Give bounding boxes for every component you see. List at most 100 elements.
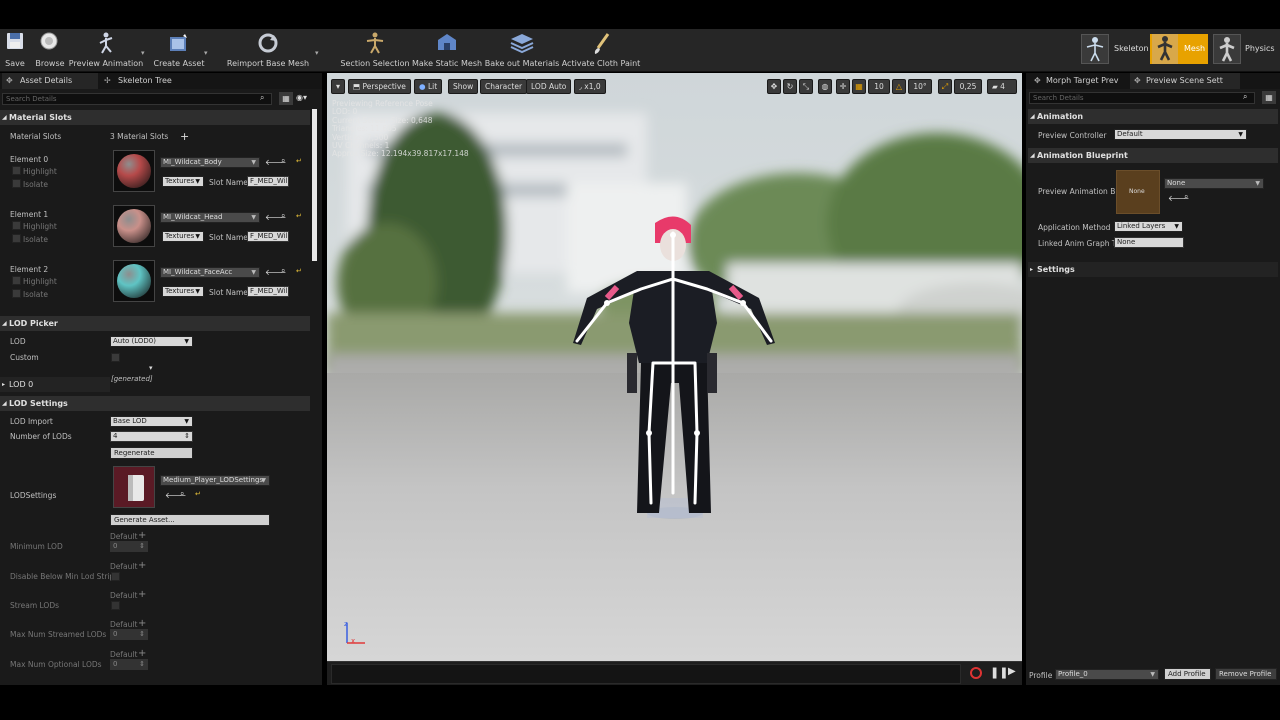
lod-advanced-checkbox[interactable] — [111, 572, 120, 581]
add-material-slot-icon[interactable]: + — [180, 130, 189, 143]
timeline-scrubber[interactable] — [331, 664, 961, 684]
clear-icon[interactable]: ↵ — [296, 267, 302, 275]
reimport-dropdown-icon[interactable]: ▾ — [315, 49, 319, 57]
clear-icon[interactable]: ↵ — [195, 490, 201, 498]
lod-picker-section-header[interactable]: ◢ LOD Picker — [0, 316, 310, 331]
add-override-icon[interactable]: + — [138, 589, 146, 600]
generate-asset-button[interactable]: Generate Asset... — [110, 514, 270, 526]
character-button[interactable]: Character — [480, 79, 528, 94]
search-icon[interactable]: ⌕ — [281, 211, 285, 221]
record-icon[interactable] — [970, 667, 982, 679]
show-button[interactable]: Show — [448, 79, 479, 94]
add-profile-button[interactable]: Add Profile — [1164, 668, 1211, 680]
rotate-mode-button[interactable]: ↻ — [783, 79, 797, 94]
lod-advanced-input[interactable]: 0 ⇕ — [110, 659, 148, 670]
mode-tab-mesh[interactable]: Mesh — [1150, 34, 1208, 64]
angle-snap-toggle[interactable]: △ — [892, 79, 906, 94]
highlight-checkbox[interactable] — [12, 221, 21, 230]
scale-mode-button[interactable]: ⤡ — [799, 79, 813, 94]
surface-snap-button[interactable]: ✛ — [836, 79, 850, 94]
preview-animation-button[interactable]: Preview Animation — [69, 29, 143, 72]
lod-advanced-checkbox[interactable] — [111, 601, 120, 610]
mode-tab-skeleton[interactable]: Skeleton — [1081, 34, 1149, 64]
browse-button[interactable]: Browse — [34, 29, 66, 72]
remove-profile-button[interactable]: Remove Profile — [1215, 668, 1277, 680]
lodsettings-thumbnail[interactable] — [113, 466, 155, 508]
scale-snap-value[interactable]: 0,25 — [954, 79, 982, 94]
make-static-mesh-button[interactable]: Make Static Mesh — [412, 29, 482, 72]
number-of-lods-input[interactable]: 4 ⇕ — [110, 431, 193, 442]
reimport-base-mesh-button[interactable]: Reimport Base Mesh — [227, 29, 309, 72]
custom-checkbox[interactable] — [111, 353, 120, 362]
preview-animation-dropdown-icon[interactable]: ▾ — [141, 49, 145, 57]
eye-icon[interactable]: ◉▾ — [296, 93, 307, 102]
camera-speed-button[interactable]: ▰ 4 — [987, 79, 1017, 94]
slot-name-input[interactable]: F_MED_Wil — [247, 286, 289, 297]
animation-blueprint-section-header[interactable]: ◢ Animation Blueprint — [1028, 148, 1278, 163]
highlight-checkbox[interactable] — [12, 276, 21, 285]
scrollbar-thumb[interactable] — [312, 109, 317, 261]
textures-dropdown[interactable]: Textures ▼ — [162, 176, 204, 187]
mode-tab-physics[interactable]: Physics — [1213, 34, 1279, 64]
tab-morph-target-preview[interactable]: ✥ Morph Target Prev — [1030, 73, 1126, 89]
lod-settings-section-header[interactable]: ◢ LOD Settings — [0, 396, 310, 411]
isolate-checkbox[interactable] — [12, 234, 21, 243]
settings-section-header[interactable]: ▸ Settings — [1028, 262, 1278, 277]
preview-controller-combo[interactable]: Default ▼ — [1114, 129, 1247, 140]
grid-view-icon[interactable]: ▦ — [1262, 91, 1276, 104]
save-button[interactable]: Save — [2, 29, 28, 72]
grid-snap-value[interactable]: 10 — [868, 79, 890, 94]
highlight-checkbox[interactable] — [12, 166, 21, 175]
pause-icon[interactable]: ❚❚ — [990, 666, 1008, 679]
section-selection-button[interactable]: Section Selection — [340, 29, 410, 72]
perspective-button[interactable]: ⬒ Perspective — [348, 79, 411, 94]
scale-snap-toggle[interactable]: ⤢ — [938, 79, 952, 94]
tab-skeleton-tree[interactable]: ✢ Skeleton Tree — [100, 73, 200, 89]
lod-advanced-input[interactable]: 0 ⇕ — [110, 541, 148, 552]
preview-anim-thumbnail[interactable]: None — [1116, 170, 1160, 214]
lod0-section-header[interactable]: ▸ LOD 0 — [0, 377, 110, 392]
angle-snap-value[interactable]: 10° — [908, 79, 932, 94]
add-override-icon[interactable]: + — [138, 530, 146, 541]
viewport[interactable]: x z — [327, 73, 1022, 661]
coordinate-space-button[interactable]: ◍ — [818, 79, 832, 94]
search-icon[interactable]: ⌕ — [1184, 192, 1188, 202]
play-rate-button[interactable]: ◞ x1,0 — [574, 79, 606, 94]
create-asset-button[interactable]: Create Asset — [154, 29, 205, 72]
material-slots-section-header[interactable]: ◢ Material Slots — [0, 110, 310, 125]
search-icon[interactable]: ⌕ — [180, 489, 184, 499]
translate-mode-button[interactable]: ✥ — [767, 79, 781, 94]
lod-import-combo[interactable]: Base LOD ▼ — [110, 416, 193, 427]
lod-advanced-input[interactable]: 0 ⇕ — [110, 629, 148, 640]
create-asset-dropdown-icon[interactable]: ▾ — [204, 49, 208, 57]
viewport-options-button[interactable]: ▾ — [331, 79, 345, 94]
textures-dropdown[interactable]: Textures ▼ — [162, 286, 204, 297]
textures-dropdown[interactable]: Textures ▼ — [162, 231, 204, 242]
bake-out-materials-button[interactable]: Bake out Materials — [485, 29, 559, 72]
expand-down-icon[interactable]: ▾ — [149, 364, 153, 372]
slot-name-input[interactable]: F_MED_Wil — [247, 231, 289, 242]
play-icon[interactable]: ▶ — [1008, 666, 1016, 677]
isolate-checkbox[interactable] — [12, 179, 21, 188]
material-combo[interactable]: MI_Wildcat_FaceAcc ▼ — [160, 267, 260, 278]
material-thumbnail[interactable] — [113, 260, 155, 302]
slot-name-input[interactable]: F_MED_Wil — [247, 176, 289, 187]
activate-cloth-paint-button[interactable]: Activate Cloth Paint — [562, 29, 640, 72]
material-combo[interactable]: MI_Wildcat_Head ▼ — [160, 212, 260, 223]
lodsettings-combo[interactable]: Medium_Player_LODSettings ▼ — [160, 475, 270, 486]
lod-combo[interactable]: Auto (LOD0) ▼ — [110, 336, 193, 347]
search-icon[interactable]: ⌕ — [281, 156, 285, 166]
isolate-checkbox[interactable] — [12, 289, 21, 298]
lod-auto-button[interactable]: LOD Auto — [526, 79, 572, 94]
application-method-combo[interactable]: Linked Layers ▼ — [1114, 221, 1183, 232]
tab-preview-scene-settings[interactable]: ✥ Preview Scene Sett — [1130, 73, 1240, 89]
clear-icon[interactable]: ↵ — [296, 157, 302, 165]
material-combo[interactable]: MI_Wildcat_Body ▼ — [160, 157, 260, 168]
material-thumbnail[interactable] — [113, 205, 155, 247]
profile-combo[interactable]: Profile_0 ▼ — [1055, 669, 1159, 680]
preview-anim-combo[interactable]: None ▼ — [1164, 178, 1264, 189]
preview-scene-search-input[interactable]: Search Details — [1029, 92, 1255, 104]
clear-icon[interactable]: ↵ — [296, 212, 302, 220]
add-override-icon[interactable]: + — [138, 560, 146, 571]
search-icon[interactable]: ⌕ — [281, 266, 285, 276]
